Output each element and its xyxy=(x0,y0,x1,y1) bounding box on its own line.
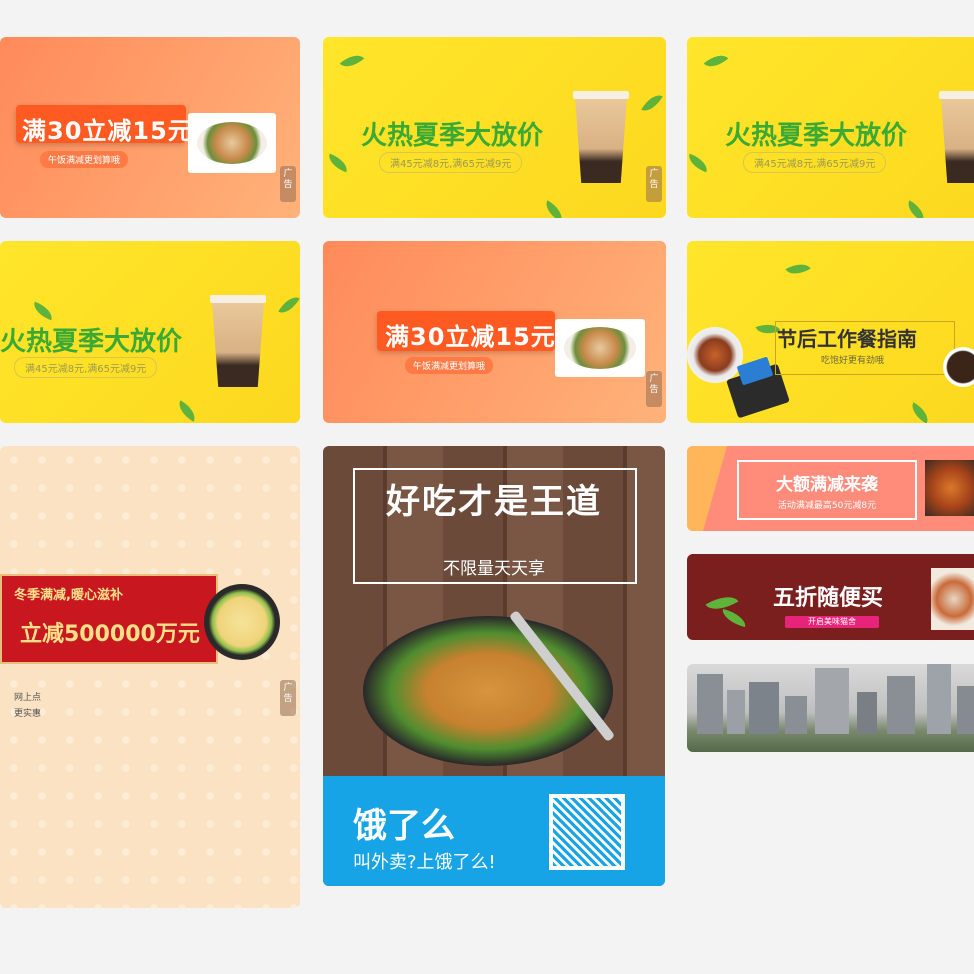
building xyxy=(727,690,745,734)
promo-title: 满30立减15元 xyxy=(385,323,556,351)
summer-subtitle: 满45元减8元,满65元减9元 xyxy=(14,357,158,378)
summer-subtitle: 满45元减8元,满65元减9元 xyxy=(379,152,523,173)
summer-title: 火热夏季大放价 xyxy=(725,121,908,151)
winter-line1: 冬季满减,暖心滋补 xyxy=(14,588,123,603)
building xyxy=(857,692,877,734)
building xyxy=(785,696,807,734)
eleme-headline: 好吃才是王道 xyxy=(386,482,602,522)
food-photo xyxy=(931,568,974,630)
leaf-icon xyxy=(687,153,711,173)
plate-photo xyxy=(687,327,743,383)
milk-tea-cup xyxy=(210,295,266,387)
summer-sale-card[interactable]: 火热夏季大放价 满45元减8元,满65元减9元 xyxy=(687,37,974,218)
ad-badge: 广告 xyxy=(280,166,296,202)
building xyxy=(697,674,723,734)
leaf-icon xyxy=(325,153,351,173)
leaf-icon xyxy=(30,301,56,321)
milk-tea-cup xyxy=(939,91,974,183)
leaf-icon xyxy=(903,200,929,218)
pizza-photo xyxy=(925,460,974,516)
leaf-icon xyxy=(785,258,811,280)
eleme-slogan: 叫外卖?上饿了么! xyxy=(353,852,496,873)
winter-note-1: 网上点 xyxy=(14,693,42,703)
ad-badge: 广告 xyxy=(646,166,662,202)
rice-bowl xyxy=(204,584,280,660)
winter-note-2: 更实惠 xyxy=(14,709,42,719)
leaf-icon xyxy=(339,49,365,73)
guide-title: 节后工作餐指南 xyxy=(777,327,917,351)
food-photo xyxy=(555,319,645,377)
summer-subtitle: 满45元减8元,满65元减9元 xyxy=(743,152,887,173)
building xyxy=(815,668,849,734)
leaf-icon xyxy=(278,292,300,318)
half-price-button[interactable]: 开启美味猫舍 xyxy=(785,616,879,628)
leaf-icon xyxy=(541,200,567,218)
big-discount-card[interactable]: 大额满减来袭 活动满减最高50元减8元 xyxy=(687,446,974,531)
food-photo xyxy=(188,113,276,173)
leaf-icon xyxy=(703,49,729,73)
eleme-brand: 饿了么 xyxy=(353,806,455,846)
eleme-poster-card[interactable]: 好吃才是王道 不限量天天享 饿了么 叫外卖?上饿了么! xyxy=(323,446,665,886)
leaf-icon xyxy=(907,402,933,423)
winter-banner: 冬季满减,暖心滋补 立减500000万元 xyxy=(0,574,218,664)
promo-banner-card[interactable]: 满30立减15元 午饭满减更划算哦 广告 xyxy=(323,241,666,423)
discount-subtitle: 活动满减最高50元减8元 xyxy=(777,501,877,511)
promo-subtitle: 午饭满减更划算哦 xyxy=(40,151,129,168)
summer-sale-card[interactable]: 火热夏季大放价 满45元减8元,满65元减9元 广告 xyxy=(323,37,666,218)
building xyxy=(927,664,951,734)
qr-code xyxy=(549,794,625,870)
eleme-subline: 不限量天天享 xyxy=(443,559,545,579)
winter-card[interactable]: 冬季满减,暖心滋补 立减500000万元 网上点 更实惠 广告 xyxy=(0,446,300,908)
promo-title: 满30立减15元 xyxy=(22,117,193,145)
ad-badge: 广告 xyxy=(646,371,662,407)
leaf-icon xyxy=(641,90,663,116)
half-price-title: 五折随便买 xyxy=(773,586,884,611)
leaf-icon xyxy=(174,400,200,422)
discount-title: 大额满减来袭 xyxy=(776,475,878,495)
discount-box: 大额满减来袭 活动满减最高50元减8元 xyxy=(737,460,917,520)
city-photo-card[interactable] xyxy=(687,664,974,752)
winter-line2: 立减500000万元 xyxy=(20,622,200,647)
promo-banner-card[interactable]: 满30立减15元 午饭满减更划算哦 广告 xyxy=(0,37,300,218)
summer-title: 火热夏季大放价 xyxy=(0,327,183,357)
building xyxy=(887,676,915,734)
ad-badge: 广告 xyxy=(280,680,296,716)
summer-title: 火热夏季大放价 xyxy=(361,121,544,151)
milk-tea-cup xyxy=(573,91,629,183)
promo-subtitle: 午饭满减更划算哦 xyxy=(405,357,494,374)
guide-card[interactable]: 节后工作餐指南 吃饱好更有劲哦 xyxy=(687,241,974,423)
coffee-cup xyxy=(943,347,974,387)
leaf-icon xyxy=(719,608,749,628)
guide-subtitle: 吃饱好更有劲哦 xyxy=(821,356,885,366)
half-price-card[interactable]: 五折随便买 开启美味猫舍 xyxy=(687,554,974,640)
yellow-stripe xyxy=(687,446,727,531)
summer-sale-card[interactable]: 火热夏季大放价 满45元减8元,满65元减9元 xyxy=(0,241,300,423)
building xyxy=(957,686,974,734)
eleme-brand-band: 饿了么 叫外卖?上饿了么! xyxy=(323,776,665,886)
building xyxy=(749,682,779,734)
